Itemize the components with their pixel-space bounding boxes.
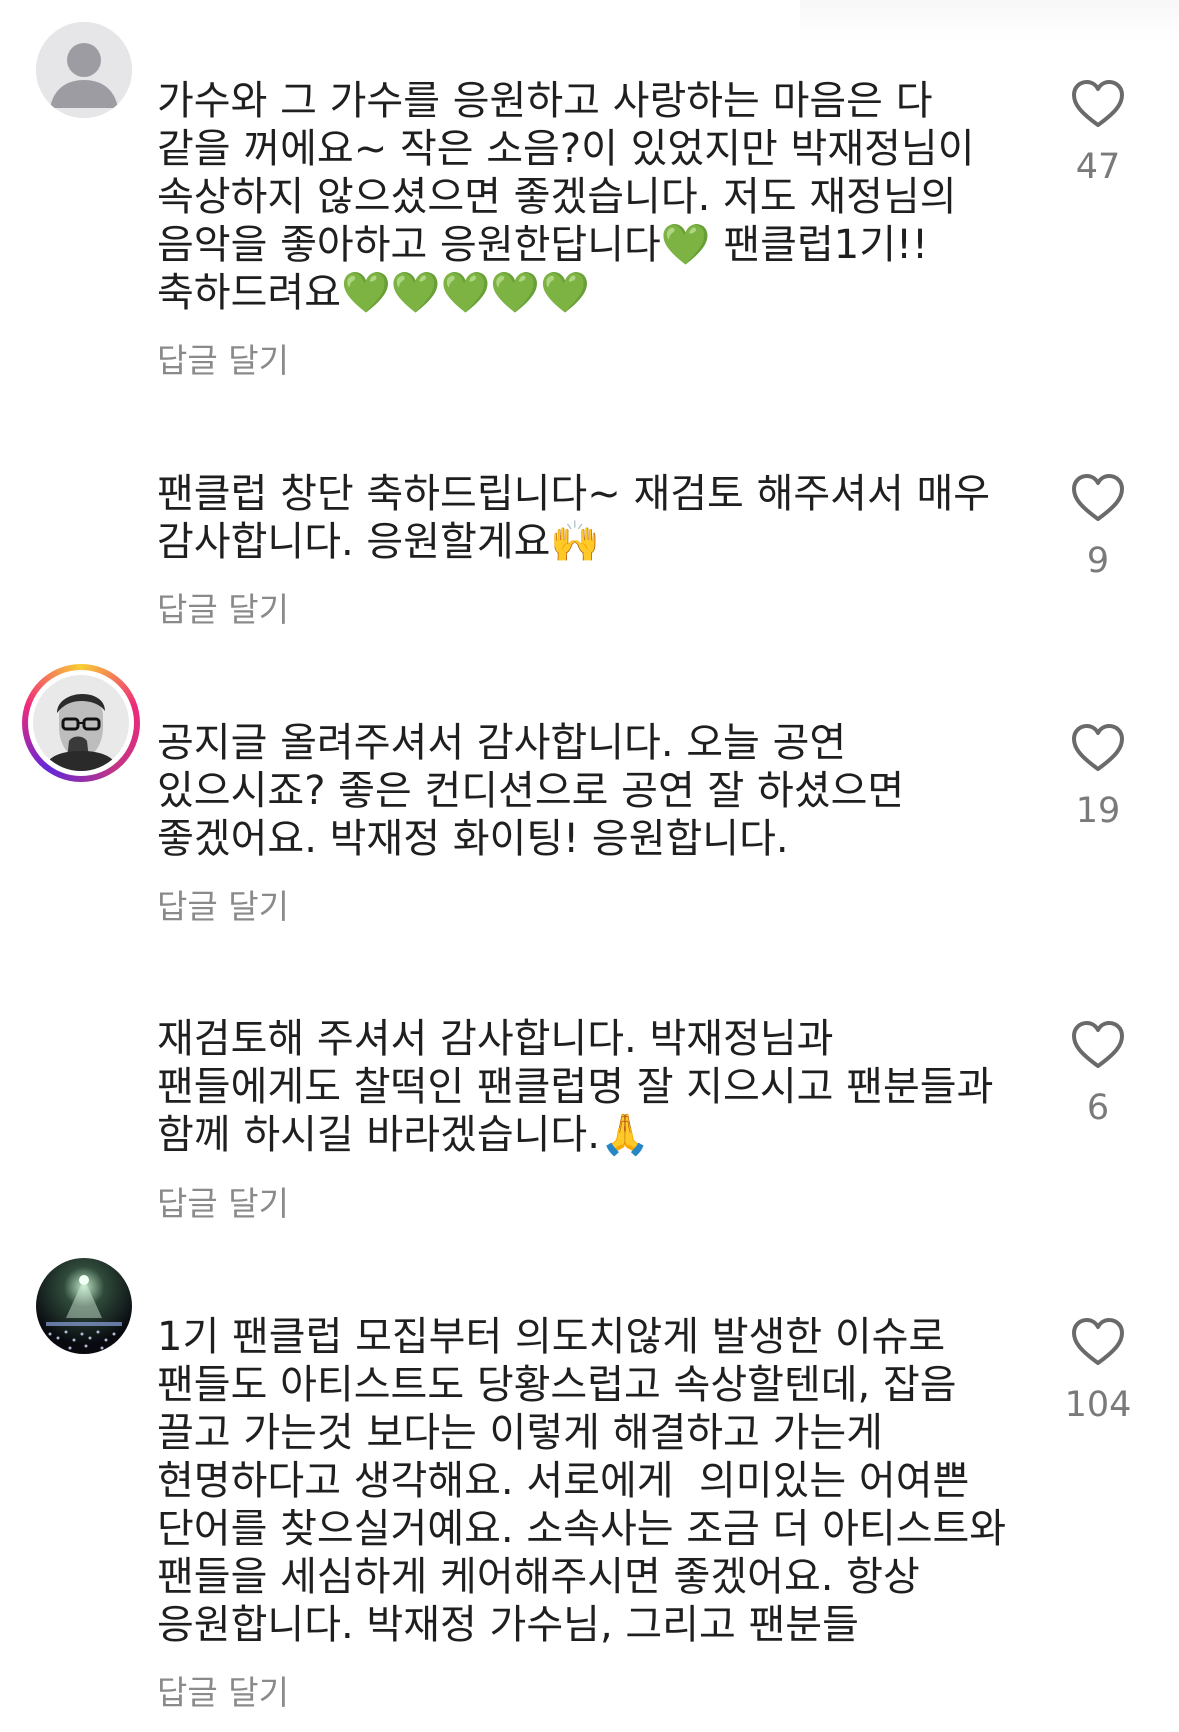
like-count: 19: [1075, 791, 1121, 831]
like-count: 6: [1086, 1088, 1110, 1128]
profile-photo-icon: [33, 675, 129, 771]
reply-button[interactable]: 답글 달기: [157, 1177, 289, 1225]
avatar[interactable]: [36, 22, 132, 118]
avatar[interactable]: [36, 1258, 132, 1354]
heart-outline-icon: [1072, 1021, 1124, 1068]
reply-button[interactable]: 답글 달기: [157, 1666, 289, 1714]
concert-photo-icon: [36, 1258, 132, 1354]
top-fade: [800, 0, 1179, 40]
comment-text: 가수와 그 가수를 응원하고 사랑하는 마음은 다 같을 꺼에요~ 작은 소음?…: [157, 78, 988, 316]
heart-outline-icon: [1072, 1318, 1124, 1365]
comment-text: 팬클럽 창단 축하드립니다~ 재검토 해주셔서 매우 감사합니다. 응원할게요🙌: [157, 471, 1003, 565]
comment-text: 1기 팬클럽 모집부터 의도치않게 발생한 이슈로 팬들도 아티스트도 당황스럽…: [157, 1314, 1019, 1648]
like-button[interactable]: [1070, 1019, 1126, 1071]
like-count: 104: [1064, 1385, 1132, 1425]
like-count: 47: [1075, 147, 1121, 187]
comment-text: 공지글 올려주셔서 감사합니다. 오늘 공연 있으시죠? 좋은 컨디션으로 공연…: [157, 720, 917, 862]
avatar: [33, 675, 129, 771]
comment-text: 재검토해 주셔서 감사합니다. 박재정님과 팬들에게도 찰떡인 팬클럽명 잘 지…: [157, 1016, 1007, 1158]
reply-button[interactable]: 답글 달기: [157, 880, 289, 928]
reply-button[interactable]: 답글 달기: [157, 583, 289, 631]
heart-outline-icon: [1072, 474, 1124, 521]
heart-outline-icon: [1072, 80, 1124, 127]
like-button[interactable]: [1070, 1316, 1126, 1368]
heart-outline-icon: [1072, 724, 1124, 771]
reply-button[interactable]: 답글 달기: [157, 334, 289, 382]
like-button[interactable]: [1070, 472, 1126, 524]
like-count: 9: [1086, 541, 1110, 581]
avatar-story-ring[interactable]: [22, 664, 140, 782]
like-button[interactable]: [1070, 722, 1126, 774]
like-button[interactable]: [1070, 78, 1126, 130]
person-placeholder-icon: [36, 22, 132, 118]
